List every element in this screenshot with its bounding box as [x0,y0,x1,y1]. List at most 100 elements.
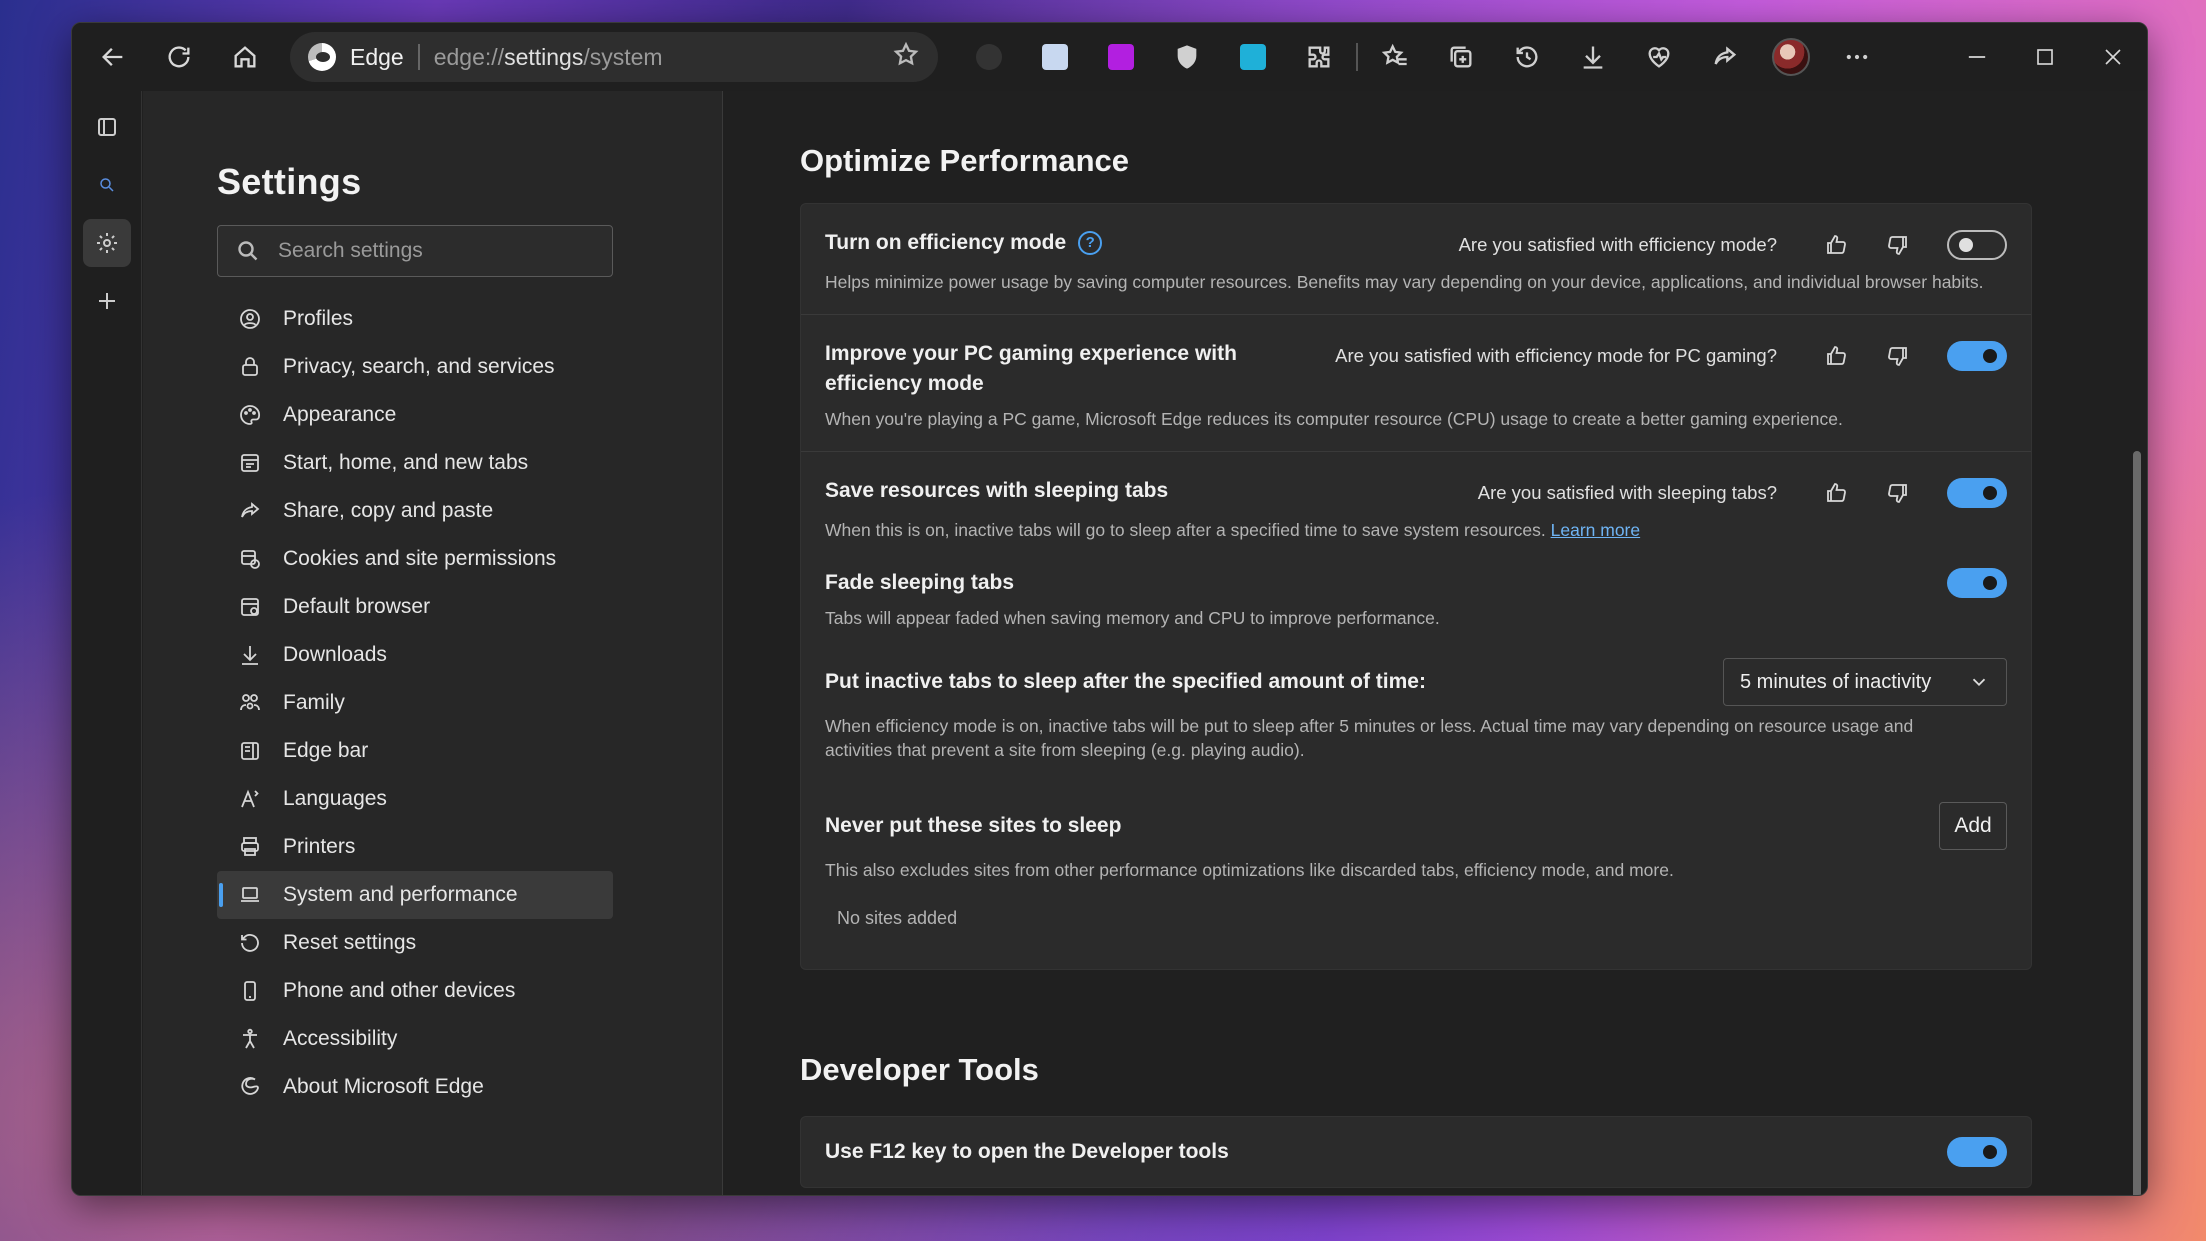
sidebar-item-privacy-search-and-services[interactable]: Privacy, search, and services [217,343,613,391]
favorites-button[interactable] [1362,29,1428,85]
extension-4[interactable] [1154,29,1220,85]
thumbs-up-button[interactable] [1805,228,1867,262]
sidebar-item-printers[interactable]: Printers [217,823,613,871]
sidebar-item-default-browser[interactable]: Default browser [217,583,613,631]
never-sleep-row: Never put these sites to sleep Add This … [801,782,2031,969]
extensions-area [956,29,1890,85]
thumbs-down-button[interactable] [1867,339,1929,373]
performance-button[interactable] [1626,29,1692,85]
add-site-button[interactable]: Add [1939,802,2007,850]
accessibility-icon [237,1026,263,1052]
download-icon [237,642,263,668]
thumbs-up-button[interactable] [1805,339,1867,373]
minimize-button[interactable] [1943,29,2011,85]
collections-icon [1450,46,1472,68]
sleeping-feedback-question: Are you satisfied with sleeping tabs? [1477,482,1777,503]
never-sleep-desc: This also excludes sites from other perf… [825,860,1674,880]
sidebar-item-languages[interactable]: Languages [217,775,613,823]
thumbs-down-button[interactable] [1867,228,1929,262]
edge-bar-icon [237,738,263,764]
extension-square-icon [1042,44,1068,70]
sidebar-item-label: Share, copy and paste [283,499,494,522]
developer-tools-card: Use F12 key to open the Developer tools [800,1116,2032,1188]
gaming-title: Improve your PC gaming experience with e… [825,342,1237,395]
sidebar-item-phone-and-other-devices[interactable]: Phone and other devices [217,967,613,1015]
toggle-knob [1983,349,1997,363]
refresh-icon [168,46,190,68]
thumbs-down-button[interactable] [1867,476,1929,510]
search-input[interactable] [278,239,578,263]
collections-button[interactable] [1428,29,1494,85]
download-icon [1583,46,1603,69]
sidebar-item-label: Downloads [283,643,387,666]
sidebar-item-reset-settings[interactable]: Reset settings [217,919,613,967]
scrollbar[interactable] [2133,451,2141,1195]
thumbs-up-button[interactable] [1805,476,1867,510]
close-button[interactable] [2079,29,2147,85]
inactive-time-dropdown[interactable]: 5 minutes of inactivity [1723,658,2007,706]
fade-sleeping-toggle[interactable] [1947,568,2007,598]
gaming-toggle[interactable] [1947,341,2007,371]
sidebar-item-edge-bar[interactable]: Edge bar [217,727,613,775]
address-url[interactable]: edge://settings/system [434,44,878,71]
sidebar-item-family[interactable]: Family [217,679,613,727]
more-button[interactable] [1824,29,1890,85]
url-path: settings [504,43,584,70]
shield-icon [1177,45,1197,69]
efficiency-mode-toggle[interactable] [1947,230,2007,260]
f12-toggle[interactable] [1947,1137,2007,1167]
sidebar-item-appearance[interactable]: Appearance [217,391,613,439]
sidebar-item-about-microsoft-edge[interactable]: About Microsoft Edge [217,1063,613,1111]
sidebar-item-share-copy-and-paste[interactable]: Share, copy and paste [217,487,613,535]
history-button[interactable] [1494,29,1560,85]
add-favorite-button[interactable] [892,41,920,74]
sidebar-item-start-home-and-new-tabs[interactable]: Start, home, and new tabs [217,439,613,487]
sidebar-item-label: Cookies and site permissions [283,547,557,570]
extension-2[interactable] [1022,29,1088,85]
cookie-icon [237,546,263,572]
tab-search[interactable] [83,161,131,209]
sidebar-item-cookies-and-site-permissions[interactable]: Cookies and site permissions [217,535,613,583]
lock-icon [237,354,263,380]
share-button[interactable] [1692,29,1758,85]
sidebar-item-accessibility[interactable]: Accessibility [217,1015,613,1063]
tab-settings[interactable] [82,219,131,267]
extension-3[interactable] [1088,29,1154,85]
browser-window: Edge edge://settings/system Settings Sea… [71,22,2148,1196]
sidebar-item-system-and-performance[interactable]: System and performance [217,871,613,919]
home-button[interactable] [212,29,278,85]
sidebar-item-label: Appearance [283,403,397,426]
address-separator [417,44,420,70]
back-button[interactable] [80,29,146,85]
profile-button[interactable] [1758,29,1824,85]
extensions-button[interactable] [1286,29,1352,85]
help-icon[interactable]: ? [1078,231,1103,255]
refresh-button[interactable] [146,29,212,85]
search-icon [99,178,114,192]
inactive-sleep-desc: When efficiency mode is on, inactive tab… [825,716,1914,760]
thumbs-down-icon [1888,484,1907,503]
fade-sleeping-row: Fade sleeping tabs Tabs will appear fade… [801,562,2031,650]
tab-actions-button[interactable] [83,103,131,151]
sidebar-item-label: Edge bar [283,739,369,762]
sidebar-item-downloads[interactable]: Downloads [217,631,613,679]
address-bar[interactable]: Edge edge://settings/system [290,32,938,82]
learn-more-link[interactable]: Learn more [1551,520,1641,540]
toggle-knob [1983,1145,1997,1159]
sleeping-tabs-toggle[interactable] [1947,478,2007,508]
sidebar-item-profiles[interactable]: Profiles [217,295,613,343]
sidebar-item-label: Default browser [283,595,431,618]
new-tab-button[interactable] [83,277,131,325]
minimize-icon [1968,56,1986,58]
sidebar-item-label: Start, home, and new tabs [283,451,529,474]
downloads-button[interactable] [1560,29,1626,85]
thumbs-up-icon [1827,346,1846,365]
edge-logo-icon [308,43,336,71]
maximize-button[interactable] [2011,29,2079,85]
search-settings-box[interactable] [217,225,613,277]
extension-1[interactable] [956,29,1022,85]
sidebar-item-label: Privacy, search, and services [283,355,555,378]
sidebar-item-label: Languages [283,787,387,810]
extension-5[interactable] [1220,29,1286,85]
close-icon [2105,49,2121,65]
